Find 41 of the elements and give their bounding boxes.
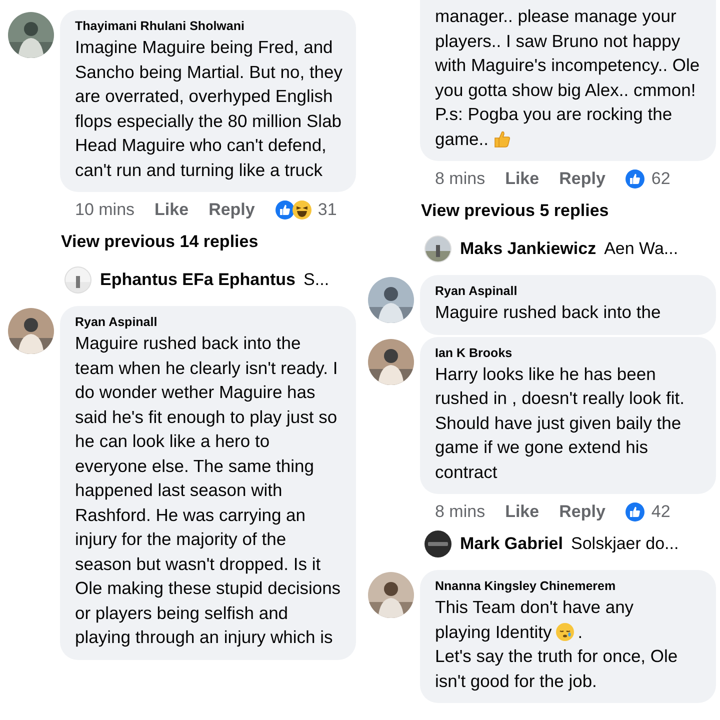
comment-text: Harry looks like he has been rushed in , doesn't really look fit. Should have just given baily the game if we gone extend his contract <box>435 362 686 484</box>
comment-text: Imagine Maguire being Fred, and Sancho being Martial. But no, they are overrated, overhyped English flops especially the 80 million Slab Head Maguire who can't defend, can't run and turning like a truck <box>75 36 344 182</box>
comment-text: playing Identity <box>435 620 552 644</box>
comment-time: 8 mins <box>435 502 486 522</box>
view-replies-link[interactable]: View previous 14 replies <box>61 232 258 252</box>
reply-link[interactable]: Reply <box>559 502 606 522</box>
reply-author[interactable]: Maks Jankiewicz <box>460 239 596 259</box>
comment-text: game.. <box>435 128 488 151</box>
thumbs-up-icon <box>492 128 512 148</box>
comment-text: Maguire rushed back into the team when he clearly isn't ready. I do wonder wether Maguire has said he's fit enough to play just so he can look like a hero to everyone else. The same thing happened last season with Rashford. He was carrying an injury for the majority of the season but wasn't dropped. Is it Ole making these stupid decisions or players being selfish and playing through an injury which is <box>75 332 342 649</box>
like-reaction-icon <box>625 169 646 189</box>
reply-link[interactable]: Reply <box>559 169 606 189</box>
like-link[interactable]: Like <box>505 502 540 522</box>
reply-snippet: Aen Wa... <box>604 239 678 259</box>
like-link[interactable]: Like <box>154 200 189 220</box>
reply-snippet: S... <box>304 270 330 290</box>
comment-text: Maguire rushed back into the <box>435 301 662 324</box>
like-reaction-icon <box>274 200 295 220</box>
comment-author[interactable]: Nnanna Kingsley Chinemerem <box>435 579 704 593</box>
like-link[interactable]: Like <box>505 169 540 189</box>
comment-author[interactable]: Ryan Aspinall <box>435 284 704 298</box>
comment-time: 8 mins <box>435 169 486 189</box>
reply-author[interactable]: Mark Gabriel <box>460 534 563 554</box>
comment-text: . <box>578 620 583 644</box>
reaction-count: 31 <box>318 200 337 220</box>
reply-author[interactable]: Ephantus EFa Ephantus <box>100 270 296 290</box>
laughing-reaction-icon <box>292 200 312 220</box>
comment-author[interactable]: Ryan Aspinall <box>75 315 344 329</box>
comment-text: This Team don't have any <box>435 596 635 619</box>
comment-text: Let's say the truth for once, Ole isn't good for the job. <box>435 645 679 693</box>
avatar-icon <box>424 530 452 558</box>
reaction-count: 42 <box>651 502 670 522</box>
like-reaction-icon <box>625 502 646 522</box>
comment-author[interactable]: Ian K Brooks <box>435 346 704 360</box>
sleepy-face-icon <box>554 622 575 642</box>
view-replies-link[interactable]: View previous 5 replies <box>421 201 609 221</box>
reply-link[interactable]: Reply <box>208 200 255 220</box>
comment-author[interactable]: Thayimani Rhulani Sholwani <box>75 19 344 33</box>
reaction-count: 62 <box>651 169 670 189</box>
reply-snippet: Solskjaer do... <box>571 534 679 554</box>
comment-time: 10 mins <box>75 200 135 220</box>
